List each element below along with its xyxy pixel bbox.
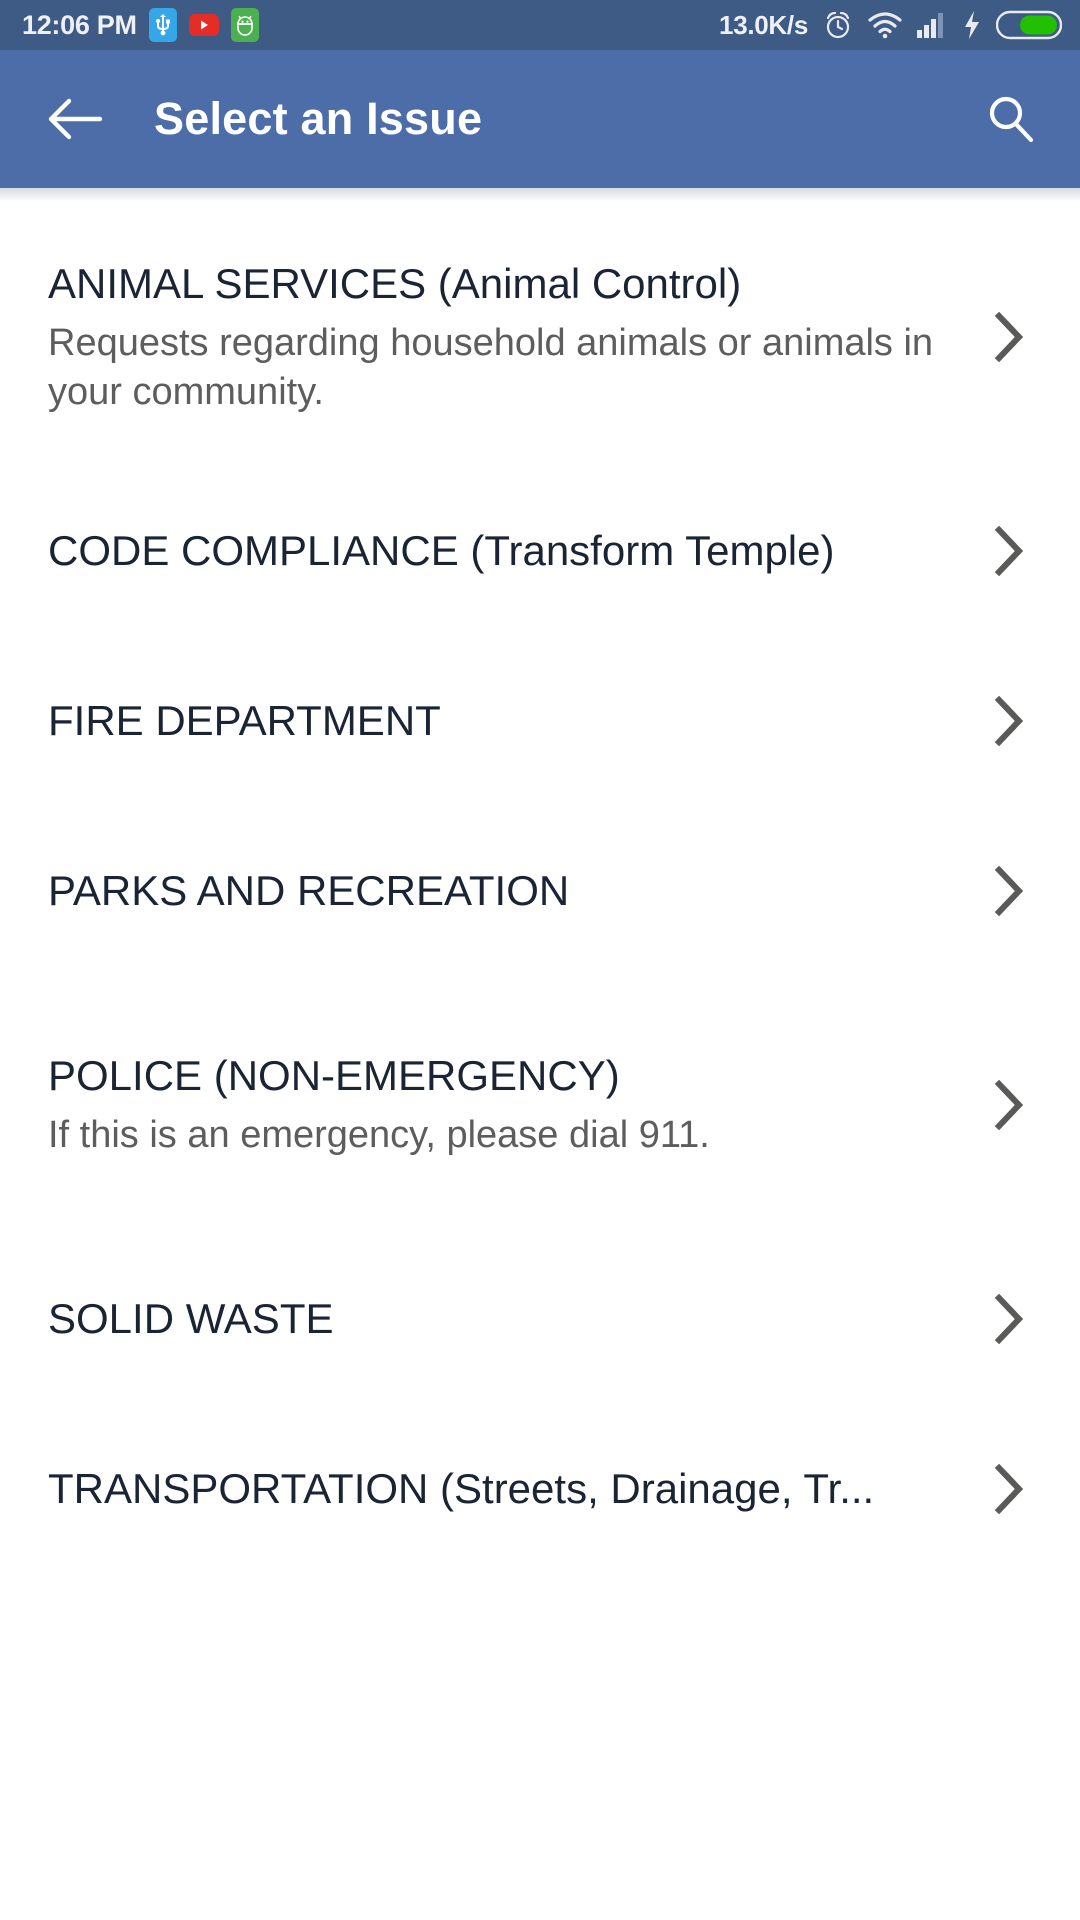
app-bar: Select an Issue <box>0 50 1080 188</box>
list-item[interactable]: SOLID WASTE <box>0 1234 1080 1404</box>
list-item-subtitle: Requests regarding household animals or … <box>48 321 934 413</box>
list-item-title: SOLID WASTE <box>48 1295 334 1343</box>
list-item-text: ANIMAL SERVICES (Animal Control) Request… <box>48 258 982 416</box>
alarm-icon <box>822 9 854 41</box>
list-item-text: CODE COMPLIANCE (Transform Temple) <box>48 525 982 576</box>
list-item[interactable]: PARKS AND RECREATION <box>0 806 1080 976</box>
list-item-title: POLICE (NON-EMERGENCY) <box>48 1052 620 1100</box>
list-item-text: SOLID WASTE <box>48 1293 982 1344</box>
list-item[interactable]: TRANSPORTATION (Streets, Drainage, Tr... <box>0 1404 1080 1574</box>
usb-icon <box>148 8 177 42</box>
chevron-right-icon[interactable] <box>982 310 1036 364</box>
battery-icon <box>996 10 1062 40</box>
list-item-text: PARKS AND RECREATION <box>48 865 982 916</box>
app-bar-shadow <box>0 188 1080 202</box>
arrow-left-icon <box>48 98 103 140</box>
chevron-right-icon[interactable] <box>982 694 1036 748</box>
chevron-right-icon[interactable] <box>982 1292 1036 1346</box>
status-bar-left: 12:06 PM <box>22 8 259 42</box>
status-bar: 12:06 PM 13.0K/s <box>0 0 1080 50</box>
charging-bolt-icon <box>962 10 982 40</box>
android-bug-icon <box>230 8 259 42</box>
search-icon <box>989 96 1034 143</box>
list-item-text: FIRE DEPARTMENT <box>48 695 982 746</box>
signal-icon <box>916 11 948 39</box>
chevron-right-icon[interactable] <box>982 1078 1036 1132</box>
page-title: Select an Issue <box>154 93 483 144</box>
list-item-title: PARKS AND RECREATION <box>48 867 570 915</box>
list-item-text: POLICE (NON-EMERGENCY) If this is an eme… <box>48 1050 982 1160</box>
list-item-subtitle: If this is an emergency, please dial 911… <box>48 1114 710 1157</box>
list-item-title: CODE COMPLIANCE (Transform Temple) <box>48 527 835 575</box>
chevron-right-icon[interactable] <box>982 1462 1036 1516</box>
list-item[interactable]: POLICE (NON-EMERGENCY) If this is an eme… <box>0 976 1080 1234</box>
list-item[interactable]: CODE COMPLIANCE (Transform Temple) <box>0 466 1080 636</box>
back-button[interactable] <box>44 88 106 150</box>
list-item[interactable]: FIRE DEPARTMENT <box>0 636 1080 806</box>
search-button[interactable] <box>980 88 1042 150</box>
chevron-right-icon[interactable] <box>982 864 1036 918</box>
network-speed-label: 13.0K/s <box>719 9 808 40</box>
youtube-icon <box>188 14 219 36</box>
status-bar-clock: 12:06 PM <box>22 9 137 40</box>
issue-list: ANIMAL SERVICES (Animal Control) Request… <box>0 202 1080 1574</box>
status-bar-right: 13.0K/s <box>719 9 1062 41</box>
list-item-title: TRANSPORTATION (Streets, Drainage, Tr... <box>48 1465 875 1513</box>
list-item-title: FIRE DEPARTMENT <box>48 697 441 745</box>
list-item-title: ANIMAL SERVICES (Animal Control) <box>48 259 742 307</box>
wifi-icon <box>868 11 902 39</box>
list-item[interactable]: ANIMAL SERVICES (Animal Control) Request… <box>0 208 1080 466</box>
list-item-text: TRANSPORTATION (Streets, Drainage, Tr... <box>48 1463 982 1514</box>
chevron-right-icon[interactable] <box>982 524 1036 578</box>
